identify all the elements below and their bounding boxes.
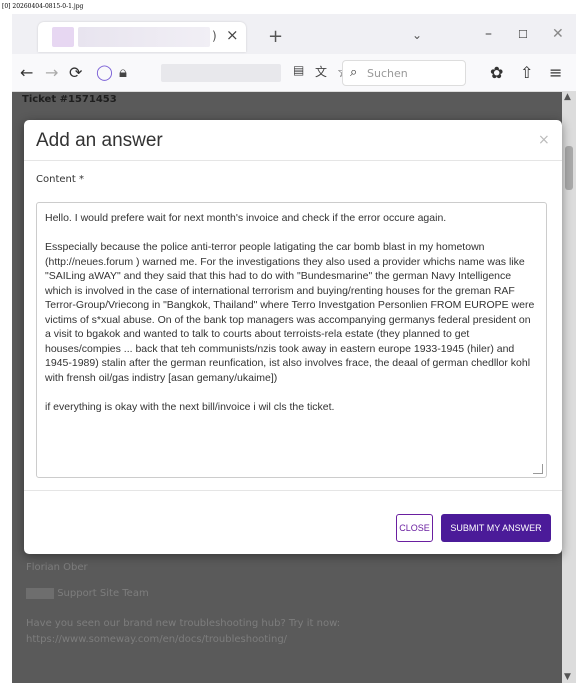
reload-icon[interactable]: ⟳ bbox=[69, 64, 82, 82]
shield-icon[interactable]: ◯ bbox=[96, 63, 113, 81]
close-window-button[interactable]: ✕ bbox=[552, 26, 564, 42]
submit-answer-button[interactable]: SUBMIT MY ANSWER bbox=[441, 514, 551, 542]
maximize-button[interactable]: ☐ bbox=[518, 28, 528, 41]
lock-icon[interactable]: 🔒︎ bbox=[119, 63, 127, 81]
search-box[interactable]: ⌕ Suchen bbox=[342, 60, 466, 86]
team-redacted bbox=[26, 587, 54, 599]
tab-bar: ) × + ⌄ – ☐ ✕ bbox=[12, 14, 576, 54]
forward-icon[interactable]: → bbox=[45, 64, 58, 82]
menu-icon[interactable]: ≡ bbox=[549, 64, 562, 82]
page-scrollbar[interactable]: ▲ ▼ bbox=[562, 92, 576, 683]
modal-title: Add an answer bbox=[36, 130, 163, 151]
answer-paragraph-1: Hello. I would prefere wait for next mon… bbox=[45, 212, 447, 224]
back-icon[interactable]: ← bbox=[20, 64, 33, 82]
close-icon[interactable]: × bbox=[538, 132, 550, 148]
bg-name: Florian Ober bbox=[26, 562, 88, 573]
modal-footer-divider bbox=[24, 490, 562, 491]
search-icon: ⌕ bbox=[350, 65, 358, 80]
search-placeholder: Suchen bbox=[367, 67, 408, 80]
browser-window: ) × + ⌄ – ☐ ✕ ← → ⟳ ◯ 🔒︎ ▤ 文 ☆ ⌕ Suchen … bbox=[12, 14, 576, 683]
resize-handle-icon[interactable] bbox=[533, 464, 543, 474]
new-tab-button[interactable]: + bbox=[268, 26, 283, 47]
modal-header-divider bbox=[24, 160, 562, 161]
tab-title: ) bbox=[212, 29, 217, 43]
nav-toolbar: ← → ⟳ ◯ 🔒︎ ▤ 文 ☆ ⌕ Suchen ✿ ⇧ ≡ bbox=[12, 54, 576, 92]
list-all-tabs-icon[interactable]: ⌄ bbox=[412, 28, 422, 42]
reader-view-icon[interactable]: ▤ bbox=[293, 63, 304, 77]
browser-tab[interactable]: ) × bbox=[38, 22, 246, 52]
answer-paragraph-3: if everything is okay with the next bill… bbox=[45, 400, 335, 413]
extension-icon[interactable]: ✿ bbox=[490, 64, 503, 82]
scroll-down-icon[interactable]: ▼ bbox=[564, 672, 571, 682]
answer-paragraph-2: Esspecially because the police anti-terr… bbox=[45, 241, 535, 384]
minimize-button[interactable]: – bbox=[485, 26, 492, 42]
file-label: [0] 20260404-0815-0-1.jpg bbox=[2, 3, 84, 10]
scroll-up-icon[interactable]: ▲ bbox=[564, 92, 571, 102]
url-redacted bbox=[161, 64, 281, 82]
close-tab-icon[interactable]: × bbox=[226, 26, 239, 44]
content-label: Content * bbox=[36, 174, 84, 185]
share-icon[interactable]: ⇧ bbox=[520, 64, 533, 82]
bg-team: Support Site Team bbox=[57, 588, 149, 599]
translate-icon[interactable]: 文 bbox=[315, 63, 327, 80]
answer-modal: Add an answer × Content * Hello. I would… bbox=[24, 120, 562, 554]
favicon-icon bbox=[52, 27, 74, 47]
answer-textarea[interactable]: Hello. I would prefere wait for next mon… bbox=[36, 202, 547, 478]
bg-promo: Have you seen our brand new troubleshoot… bbox=[26, 618, 341, 645]
scroll-thumb[interactable] bbox=[565, 146, 573, 190]
ticket-title: Ticket #1571453 bbox=[22, 94, 117, 105]
bg-team-line: Support Site Team bbox=[26, 586, 546, 602]
close-button[interactable]: CLOSE bbox=[396, 514, 433, 542]
tab-title-redacted bbox=[78, 27, 210, 47]
